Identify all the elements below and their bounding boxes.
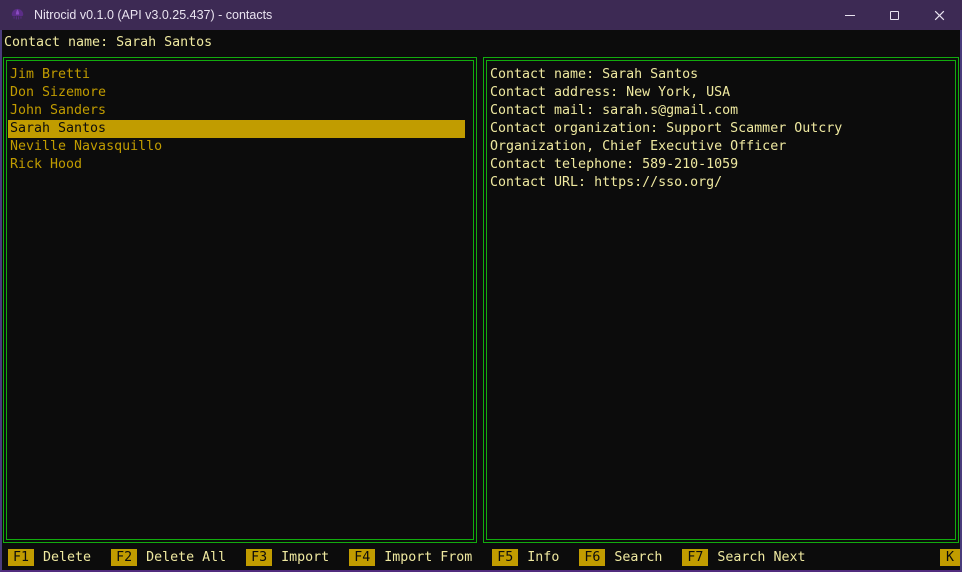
window-title: Nitrocid v0.1.0 (API v3.0.25.437) - cont… — [34, 8, 272, 22]
contact-detail-line: Contact URL: https://sso.org/ — [488, 174, 954, 192]
fkey-f1-group[interactable]: F1 Delete — [8, 549, 91, 566]
contact-info-panel: Contact name: Sarah SantosContact addres… — [483, 57, 959, 543]
fkey-f3-group[interactable]: F3 Import — [246, 549, 329, 566]
close-button[interactable] — [917, 0, 962, 30]
terminal-screen: Contact name: Sarah Santos Jim BrettiDon… — [0, 30, 962, 572]
contact-detail-line: Organization, Chief Executive Officer — [488, 138, 954, 156]
fkey-f6-group[interactable]: F6 Search — [579, 549, 662, 566]
fkey-label: Delete All — [146, 550, 226, 565]
fkey-label: Import — [281, 550, 329, 565]
fkey-badge[interactable]: F4 — [349, 549, 375, 566]
contact-detail-line: Contact organization: Support Scammer Ou… — [488, 120, 954, 138]
fkey-label: Search Next — [717, 550, 805, 565]
selected-contact-header: Contact name: Sarah Santos — [2, 30, 960, 56]
fkey-label: Import From — [384, 550, 472, 565]
titlebar[interactable]: Nitrocid v0.1.0 (API v3.0.25.437) - cont… — [0, 0, 962, 30]
fkey-f5-group[interactable]: F5 Info — [492, 549, 559, 566]
minimize-icon — [845, 15, 855, 16]
maximize-button[interactable] — [872, 0, 917, 30]
fkey-badge[interactable]: F7 — [682, 549, 708, 566]
fkey-label: Search — [614, 550, 662, 565]
contact-detail-line: Contact address: New York, USA — [488, 84, 954, 102]
fkey-badge[interactable]: F1 — [8, 549, 34, 566]
fkey-badge[interactable]: F2 — [111, 549, 137, 566]
fkey-badge[interactable]: F6 — [579, 549, 605, 566]
contact-detail-line: Contact mail: sarah.s@gmail.com — [488, 102, 954, 120]
fkey-f7-group[interactable]: F7 Search Next — [682, 549, 805, 566]
contact-list-item[interactable]: Don Sizemore — [8, 84, 465, 102]
contact-detail-line: Contact telephone: 589-210-1059 — [488, 156, 954, 174]
close-icon — [933, 9, 946, 22]
contact-list-item[interactable]: Jim Bretti — [8, 66, 465, 84]
contact-list-panel: Jim BrettiDon SizemoreJohn SandersSarah … — [3, 57, 477, 543]
contacts-manager: Jim BrettiDon SizemoreJohn SandersSarah … — [2, 56, 960, 544]
fkey-label: Delete — [43, 550, 91, 565]
keybindings-key-badge[interactable]: K — [940, 549, 960, 566]
contact-details: Contact name: Sarah SantosContact addres… — [486, 60, 956, 540]
fkey-label: Info — [527, 550, 559, 565]
contact-list-item[interactable]: Neville Navasquillo — [8, 138, 465, 156]
maximize-icon — [890, 11, 899, 20]
fkey-f4-group[interactable]: F4 Import From — [349, 549, 472, 566]
statusbar: F1 Delete F2 Delete All F3 Import F4 Import Fro… — [2, 544, 960, 570]
fkey-badge[interactable]: F5 — [492, 549, 518, 566]
contact-list-item[interactable]: Rick Hood — [8, 156, 465, 174]
contact-detail-line: Contact name: Sarah Santos — [488, 66, 954, 84]
statusbar-keys: F1 Delete F2 Delete All F3 Import F4 Import Fro… — [8, 549, 825, 566]
nitrocid-shell-icon — [10, 7, 25, 23]
minimize-button[interactable] — [827, 0, 872, 30]
contact-list[interactable]: Jim BrettiDon SizemoreJohn SandersSarah … — [6, 60, 474, 540]
contact-list-item[interactable]: John Sanders — [8, 102, 465, 120]
contact-list-item-selected[interactable]: Sarah Santos — [8, 120, 465, 138]
fkey-f2-group[interactable]: F2 Delete All — [111, 549, 226, 566]
fkey-badge[interactable]: F3 — [246, 549, 272, 566]
window-controls — [827, 0, 962, 30]
